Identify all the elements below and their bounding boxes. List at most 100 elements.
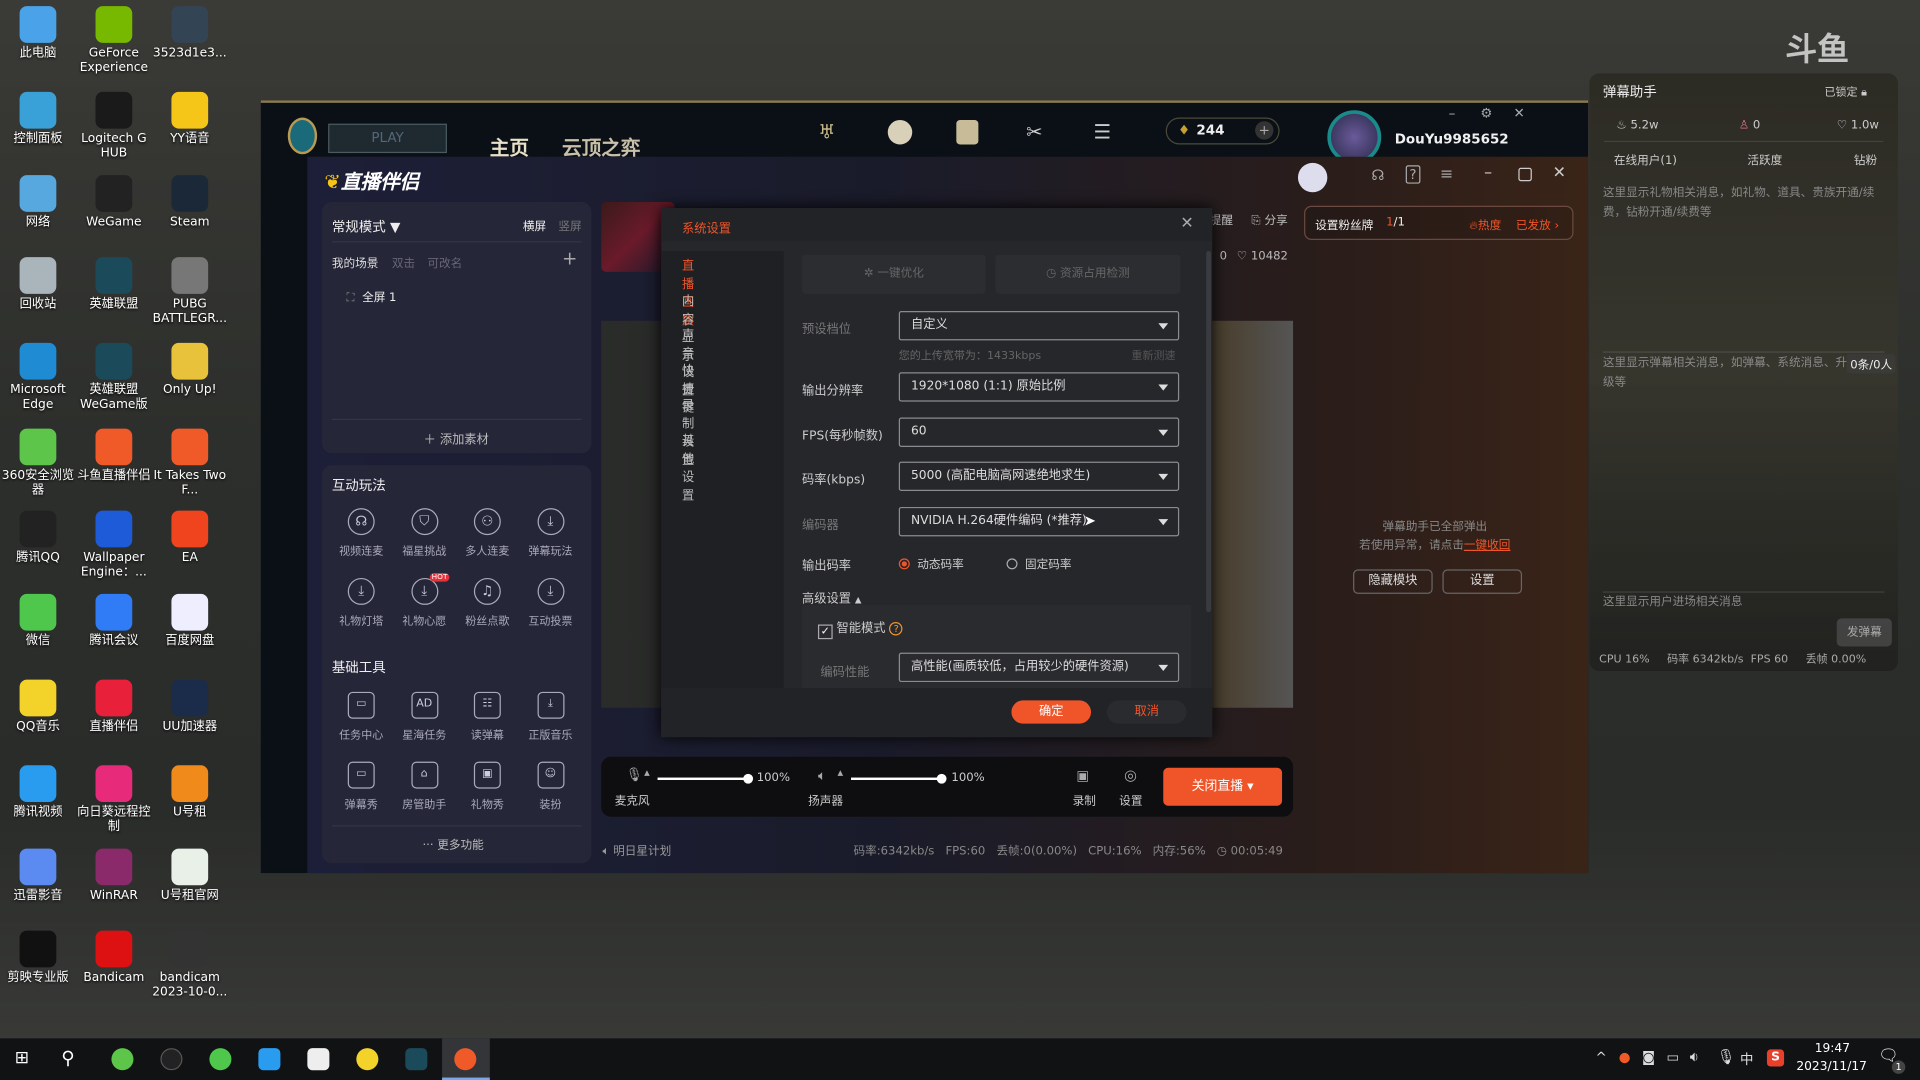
desktop-icon[interactable]: WeGame (76, 175, 152, 230)
desktop-icon[interactable]: It Takes Two F... (152, 428, 228, 499)
record-button[interactable]: 录制 (1073, 791, 1096, 808)
feature-tools-item[interactable]: ☷ 读弹幕 (456, 691, 520, 742)
desktop-icon[interactable]: U号租官网 (152, 848, 228, 904)
minimize-icon[interactable]: – (1449, 105, 1456, 121)
encode-perf-select[interactable]: 高性能(画质较低，占用较少的硬件资源) (898, 652, 1180, 683)
encoder-select[interactable]: NVIDIA H.264硬件编码 (*推荐) (898, 506, 1180, 537)
qq-music-icon[interactable] (356, 1048, 379, 1071)
scrollbar[interactable] (1206, 251, 1212, 613)
menu-icon[interactable]: ≡ (1440, 165, 1453, 183)
league-icon[interactable] (405, 1048, 428, 1071)
record-icon[interactable]: ▣ (1076, 768, 1089, 784)
volume-icon[interactable]: 🔉︎ (1690, 1048, 1699, 1066)
feature-tools-item[interactable]: ⌂ 房管助手 (392, 761, 456, 812)
remind-button[interactable]: 提醒 (1210, 211, 1233, 227)
app-tray-icon[interactable]: ◙ (1642, 1049, 1655, 1065)
qq-icon[interactable] (160, 1048, 183, 1071)
tencent-video-icon[interactable] (258, 1048, 281, 1071)
douyu-taskbar-button[interactable] (442, 1038, 490, 1080)
browser-360-icon[interactable] (111, 1048, 134, 1071)
desktop-icon[interactable]: Wallpaper Engine：... (76, 510, 152, 581)
minimize-icon[interactable]: – (1484, 164, 1492, 182)
feature-interactive-item[interactable]: ☊ 视频连麦 (329, 508, 393, 558)
desktop-icon[interactable]: 英雄联盟 (76, 257, 152, 312)
desktop-icon[interactable]: 百度网盘 (152, 593, 228, 649)
loot-icon[interactable]: ✂ (1026, 120, 1042, 143)
feature-interactive-item[interactable]: ⚇ 多人连麦 (456, 508, 520, 558)
desktop-icon[interactable]: 迅雷影音 (0, 848, 76, 904)
desktop-icon[interactable]: 剪映专业版 (0, 930, 76, 986)
feature-tools-item[interactable]: ▭ 弹幕秀 (329, 761, 393, 812)
start-icon[interactable]: ⊞ (15, 1048, 29, 1068)
settings-icon[interactable]: ◎ (1124, 767, 1137, 784)
desktop-icon[interactable]: 向日葵远程控制 (76, 765, 152, 835)
douyu-tray-icon[interactable]: ● (1619, 1049, 1631, 1065)
share-button[interactable]: ⎘ 分享 (1251, 211, 1287, 227)
rate-fixed-radio[interactable]: 固定码率 (1006, 555, 1072, 572)
bitrate-select[interactable]: 5000 (高配电脑高网速绝地求生) (898, 461, 1180, 492)
recall-link[interactable]: 一键收回 (1464, 539, 1511, 552)
landscape-tab[interactable]: 横屏 (523, 217, 546, 233)
desktop-icon[interactable]: U号租 (152, 765, 228, 820)
worlds-icon[interactable]: ♅ (818, 120, 842, 144)
feature-tools-item[interactable]: ▣ 礼物秀 (456, 761, 520, 812)
desktop-icon[interactable]: QQ音乐 (0, 679, 76, 735)
portrait-tab[interactable]: 竖屏 (558, 217, 581, 233)
clock-time[interactable]: 19:47 (1815, 1042, 1850, 1055)
gear-icon[interactable]: ⚙ (1480, 105, 1492, 121)
retest-link[interactable]: 重新测速 (1131, 347, 1175, 362)
star-plan-link[interactable]: 🔈︎ 明日星计划 (602, 841, 671, 858)
network-icon[interactable]: ▭ (1667, 1049, 1680, 1065)
feature-interactive-item[interactable]: ⛉ 福星挑战 (392, 508, 456, 558)
feature-interactive-item[interactable]: ⤓ 弹幕玩法 (519, 508, 583, 558)
headset-icon[interactable]: ☊ (1371, 167, 1384, 184)
desktop-icon[interactable]: 3523d1e3... (152, 6, 228, 61)
speaker-slider-handle[interactable] (936, 773, 947, 784)
resolution-select[interactable]: 1920*1080 (1:1) 原始比例 (898, 372, 1180, 402)
desktop-icon[interactable]: 腾讯QQ (0, 510, 76, 566)
desktop-icon[interactable]: 腾讯会议 (76, 593, 152, 649)
mic-slider-handle[interactable] (743, 773, 754, 784)
hide-module-button[interactable]: 隐藏模块 (1353, 569, 1433, 594)
desktop-icon[interactable]: 英雄联盟WeGame版 (76, 342, 152, 413)
feature-tools-item[interactable]: ⤓ 正版音乐 (519, 691, 583, 742)
help-icon[interactable]: ? (1405, 165, 1421, 184)
mic-options-caret[interactable]: ▲ (644, 769, 650, 778)
scene-item[interactable]: ⛶ 全屏 1 (347, 288, 397, 304)
tray-expand-icon[interactable]: ^ (1596, 1049, 1607, 1065)
sogou-ime-icon[interactable]: S (1766, 1049, 1785, 1067)
desktop-icon[interactable]: 斗鱼直播伴侣 (76, 428, 152, 484)
heat-link[interactable]: 🔥︎热度 (1469, 216, 1501, 232)
desktop-icon[interactable]: bandicam 2023-10-0... (152, 930, 228, 1001)
desktop-icon[interactable]: GeForce Experience (76, 6, 152, 76)
desktop-icon[interactable]: YY语音 (152, 91, 228, 147)
tab-online-users[interactable]: 在线用户(1) (1614, 151, 1677, 167)
settings-button[interactable]: 设置 (1119, 791, 1142, 808)
lock-toggle[interactable]: 已锁定 🔒︎ (1824, 83, 1866, 99)
fan-badge-bar[interactable]: 设置粉丝牌 1/1 🔥︎热度 已发放 › (1304, 205, 1574, 241)
ime-indicator[interactable]: 中 (1740, 1049, 1753, 1069)
user-avatar[interactable] (1297, 162, 1328, 193)
more-features-button[interactable]: ··· 更多功能 (422, 835, 483, 852)
fps-select[interactable]: 60 (898, 417, 1180, 447)
advanced-toggle[interactable]: 高级设置 ▲ (802, 588, 861, 606)
resource-check-button[interactable]: ◷ 资源占用检测 (995, 254, 1181, 294)
module-settings-button[interactable]: 设置 (1442, 569, 1523, 594)
desktop-icon[interactable]: Bandicam (76, 930, 152, 986)
microphone-icon[interactable]: 🎙︎ (626, 767, 643, 783)
desktop-icon[interactable]: 回收站 (0, 257, 76, 312)
preset-select[interactable]: 自定义 (898, 311, 1180, 341)
desktop-icon[interactable]: 网络 (0, 175, 76, 230)
add-currency-icon[interactable]: + (1255, 121, 1274, 140)
clock-date[interactable]: 2023/11/17 (1796, 1060, 1867, 1073)
microphone-icon[interactable]: 🎙︎ (1717, 1048, 1736, 1065)
ok-button[interactable]: 确定 (1011, 700, 1092, 724)
close-icon[interactable]: ✕ (1180, 214, 1193, 232)
desktop-icon[interactable]: Logitech G HUB (76, 91, 152, 162)
desktop-icon[interactable]: Microsoft Edge (0, 342, 76, 413)
desktop-icon[interactable]: PUBG BATTLEGR... (152, 257, 228, 327)
desktop-icon[interactable]: 微信 (0, 593, 76, 649)
feature-interactive-item[interactable]: ⤓ HOT 礼物心愿 (392, 573, 456, 628)
desktop-icon[interactable]: Only Up! (152, 342, 228, 398)
feature-tools-item[interactable]: AD 星海任务 (392, 691, 456, 742)
